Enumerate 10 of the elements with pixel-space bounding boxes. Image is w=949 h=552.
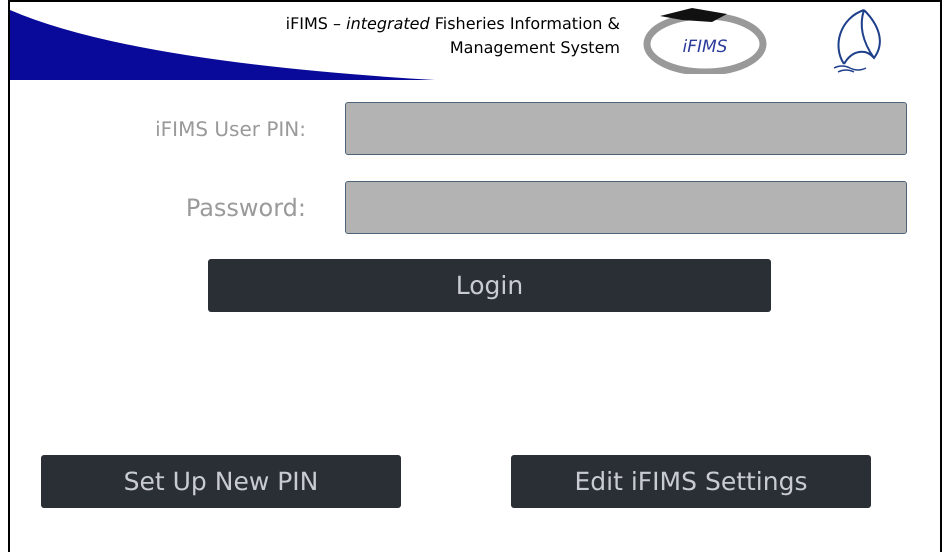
app-title: iFIMS – integrated Fisheries Information & — [286, 13, 620, 35]
login-button[interactable]: Login — [208, 259, 771, 312]
action-button[interactable]: Edit iFIMS Settings — [511, 455, 871, 508]
app-title: Management System — [450, 37, 620, 59]
field-label: Password: — [184, 192, 306, 224]
field-label: iFIMS User PIN: — [154, 116, 306, 142]
input-field[interactable] — [345, 102, 907, 155]
input-field[interactable] — [345, 181, 907, 234]
action-button[interactable]: Set Up New PIN — [41, 455, 401, 508]
fish-logo: iFIMS — [642, 6, 768, 74]
